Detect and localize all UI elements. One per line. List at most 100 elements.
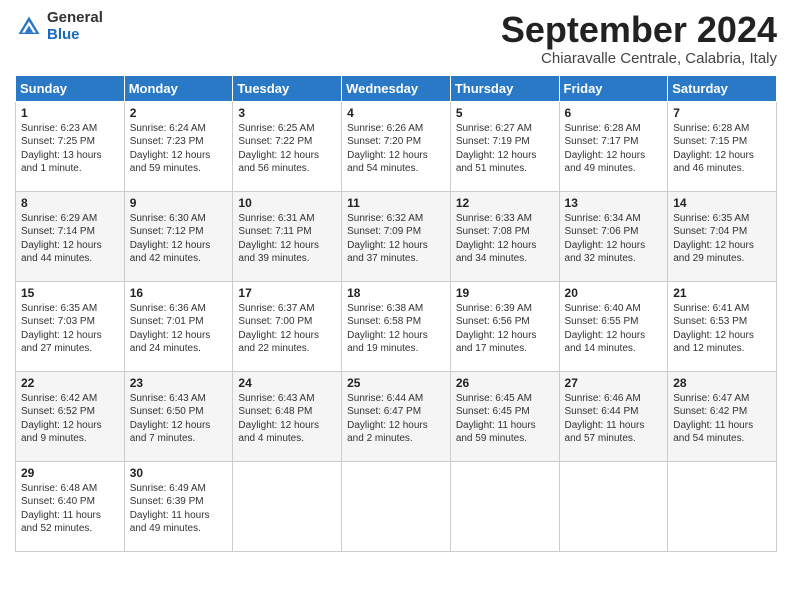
table-row: 19 Sunrise: 6:39 AM Sunset: 6:56 PM Dayl… xyxy=(450,281,559,371)
day-info: Sunrise: 6:39 AM Sunset: 6:56 PM Dayligh… xyxy=(456,303,537,355)
table-row xyxy=(559,461,668,551)
table-row xyxy=(342,461,451,551)
day-number: 9 xyxy=(130,196,228,210)
header-wednesday: Wednesday xyxy=(342,75,451,101)
table-row: 4 Sunrise: 6:26 AM Sunset: 7:20 PM Dayli… xyxy=(342,101,451,191)
day-number: 18 xyxy=(347,286,445,300)
day-info: Sunrise: 6:43 AM Sunset: 6:48 PM Dayligh… xyxy=(238,393,319,445)
header-tuesday: Tuesday xyxy=(233,75,342,101)
calendar-week: 22 Sunrise: 6:42 AM Sunset: 6:52 PM Dayl… xyxy=(16,371,777,461)
table-row: 15 Sunrise: 6:35 AM Sunset: 7:03 PM Dayl… xyxy=(16,281,125,371)
day-number: 6 xyxy=(565,106,663,120)
title-area: September 2024 Chiaravalle Centrale, Cal… xyxy=(501,10,777,67)
table-row: 21 Sunrise: 6:41 AM Sunset: 6:53 PM Dayl… xyxy=(668,281,777,371)
day-number: 23 xyxy=(130,376,228,390)
day-info: Sunrise: 6:27 AM Sunset: 7:19 PM Dayligh… xyxy=(456,123,537,175)
day-number: 20 xyxy=(565,286,663,300)
day-number: 24 xyxy=(238,376,336,390)
day-number: 13 xyxy=(565,196,663,210)
day-number: 7 xyxy=(673,106,771,120)
day-info: Sunrise: 6:29 AM Sunset: 7:14 PM Dayligh… xyxy=(21,213,102,265)
header-saturday: Saturday xyxy=(668,75,777,101)
header: General Blue September 2024 Chiaravalle … xyxy=(15,10,777,67)
day-number: 3 xyxy=(238,106,336,120)
header-sunday: Sunday xyxy=(16,75,125,101)
calendar-week: 29 Sunrise: 6:48 AM Sunset: 6:40 PM Dayl… xyxy=(16,461,777,551)
month-title: September 2024 xyxy=(501,10,777,50)
table-row: 26 Sunrise: 6:45 AM Sunset: 6:45 PM Dayl… xyxy=(450,371,559,461)
day-info: Sunrise: 6:33 AM Sunset: 7:08 PM Dayligh… xyxy=(456,213,537,265)
logo-blue-text: Blue xyxy=(47,27,103,44)
day-number: 12 xyxy=(456,196,554,210)
day-info: Sunrise: 6:46 AM Sunset: 6:44 PM Dayligh… xyxy=(565,393,645,445)
day-number: 11 xyxy=(347,196,445,210)
day-number: 17 xyxy=(238,286,336,300)
calendar-week: 1 Sunrise: 6:23 AM Sunset: 7:25 PM Dayli… xyxy=(16,101,777,191)
logo-icon xyxy=(15,13,43,41)
day-info: Sunrise: 6:23 AM Sunset: 7:25 PM Dayligh… xyxy=(21,123,102,175)
table-row xyxy=(233,461,342,551)
day-info: Sunrise: 6:38 AM Sunset: 6:58 PM Dayligh… xyxy=(347,303,428,355)
day-number: 10 xyxy=(238,196,336,210)
table-row: 28 Sunrise: 6:47 AM Sunset: 6:42 PM Dayl… xyxy=(668,371,777,461)
day-info: Sunrise: 6:34 AM Sunset: 7:06 PM Dayligh… xyxy=(565,213,646,265)
table-row: 7 Sunrise: 6:28 AM Sunset: 7:15 PM Dayli… xyxy=(668,101,777,191)
table-row: 6 Sunrise: 6:28 AM Sunset: 7:17 PM Dayli… xyxy=(559,101,668,191)
day-info: Sunrise: 6:45 AM Sunset: 6:45 PM Dayligh… xyxy=(456,393,536,445)
table-row: 9 Sunrise: 6:30 AM Sunset: 7:12 PM Dayli… xyxy=(124,191,233,281)
day-info: Sunrise: 6:28 AM Sunset: 7:15 PM Dayligh… xyxy=(673,123,754,175)
table-row: 27 Sunrise: 6:46 AM Sunset: 6:44 PM Dayl… xyxy=(559,371,668,461)
table-row: 8 Sunrise: 6:29 AM Sunset: 7:14 PM Dayli… xyxy=(16,191,125,281)
table-row xyxy=(668,461,777,551)
calendar-table: Sunday Monday Tuesday Wednesday Thursday… xyxy=(15,75,777,552)
day-info: Sunrise: 6:43 AM Sunset: 6:50 PM Dayligh… xyxy=(130,393,211,445)
header-thursday: Thursday xyxy=(450,75,559,101)
table-row: 12 Sunrise: 6:33 AM Sunset: 7:08 PM Dayl… xyxy=(450,191,559,281)
table-row: 29 Sunrise: 6:48 AM Sunset: 6:40 PM Dayl… xyxy=(16,461,125,551)
day-info: Sunrise: 6:48 AM Sunset: 6:40 PM Dayligh… xyxy=(21,483,101,535)
table-row: 1 Sunrise: 6:23 AM Sunset: 7:25 PM Dayli… xyxy=(16,101,125,191)
table-row: 20 Sunrise: 6:40 AM Sunset: 6:55 PM Dayl… xyxy=(559,281,668,371)
table-row: 13 Sunrise: 6:34 AM Sunset: 7:06 PM Dayl… xyxy=(559,191,668,281)
day-info: Sunrise: 6:37 AM Sunset: 7:00 PM Dayligh… xyxy=(238,303,319,355)
day-info: Sunrise: 6:40 AM Sunset: 6:55 PM Dayligh… xyxy=(565,303,646,355)
day-number: 8 xyxy=(21,196,119,210)
table-row: 14 Sunrise: 6:35 AM Sunset: 7:04 PM Dayl… xyxy=(668,191,777,281)
table-row: 3 Sunrise: 6:25 AM Sunset: 7:22 PM Dayli… xyxy=(233,101,342,191)
day-info: Sunrise: 6:47 AM Sunset: 6:42 PM Dayligh… xyxy=(673,393,753,445)
day-number: 29 xyxy=(21,466,119,480)
table-row: 23 Sunrise: 6:43 AM Sunset: 6:50 PM Dayl… xyxy=(124,371,233,461)
day-info: Sunrise: 6:49 AM Sunset: 6:39 PM Dayligh… xyxy=(130,483,210,535)
table-row: 10 Sunrise: 6:31 AM Sunset: 7:11 PM Dayl… xyxy=(233,191,342,281)
table-row: 24 Sunrise: 6:43 AM Sunset: 6:48 PM Dayl… xyxy=(233,371,342,461)
table-row: 2 Sunrise: 6:24 AM Sunset: 7:23 PM Dayli… xyxy=(124,101,233,191)
location-title: Chiaravalle Centrale, Calabria, Italy xyxy=(501,50,777,67)
day-info: Sunrise: 6:25 AM Sunset: 7:22 PM Dayligh… xyxy=(238,123,319,175)
day-number: 27 xyxy=(565,376,663,390)
day-info: Sunrise: 6:42 AM Sunset: 6:52 PM Dayligh… xyxy=(21,393,102,445)
day-number: 26 xyxy=(456,376,554,390)
day-info: Sunrise: 6:44 AM Sunset: 6:47 PM Dayligh… xyxy=(347,393,428,445)
day-info: Sunrise: 6:30 AM Sunset: 7:12 PM Dayligh… xyxy=(130,213,211,265)
day-number: 19 xyxy=(456,286,554,300)
day-info: Sunrise: 6:36 AM Sunset: 7:01 PM Dayligh… xyxy=(130,303,211,355)
table-row: 30 Sunrise: 6:49 AM Sunset: 6:39 PM Dayl… xyxy=(124,461,233,551)
day-info: Sunrise: 6:31 AM Sunset: 7:11 PM Dayligh… xyxy=(238,213,319,265)
day-number: 14 xyxy=(673,196,771,210)
day-number: 1 xyxy=(21,106,119,120)
table-row: 16 Sunrise: 6:36 AM Sunset: 7:01 PM Dayl… xyxy=(124,281,233,371)
day-info: Sunrise: 6:35 AM Sunset: 7:04 PM Dayligh… xyxy=(673,213,754,265)
day-number: 4 xyxy=(347,106,445,120)
day-number: 2 xyxy=(130,106,228,120)
day-number: 15 xyxy=(21,286,119,300)
day-number: 16 xyxy=(130,286,228,300)
header-row: Sunday Monday Tuesday Wednesday Thursday… xyxy=(16,75,777,101)
table-row: 11 Sunrise: 6:32 AM Sunset: 7:09 PM Dayl… xyxy=(342,191,451,281)
day-info: Sunrise: 6:35 AM Sunset: 7:03 PM Dayligh… xyxy=(21,303,102,355)
day-number: 25 xyxy=(347,376,445,390)
calendar-week: 15 Sunrise: 6:35 AM Sunset: 7:03 PM Dayl… xyxy=(16,281,777,371)
day-number: 21 xyxy=(673,286,771,300)
day-number: 28 xyxy=(673,376,771,390)
day-info: Sunrise: 6:26 AM Sunset: 7:20 PM Dayligh… xyxy=(347,123,428,175)
day-info: Sunrise: 6:32 AM Sunset: 7:09 PM Dayligh… xyxy=(347,213,428,265)
